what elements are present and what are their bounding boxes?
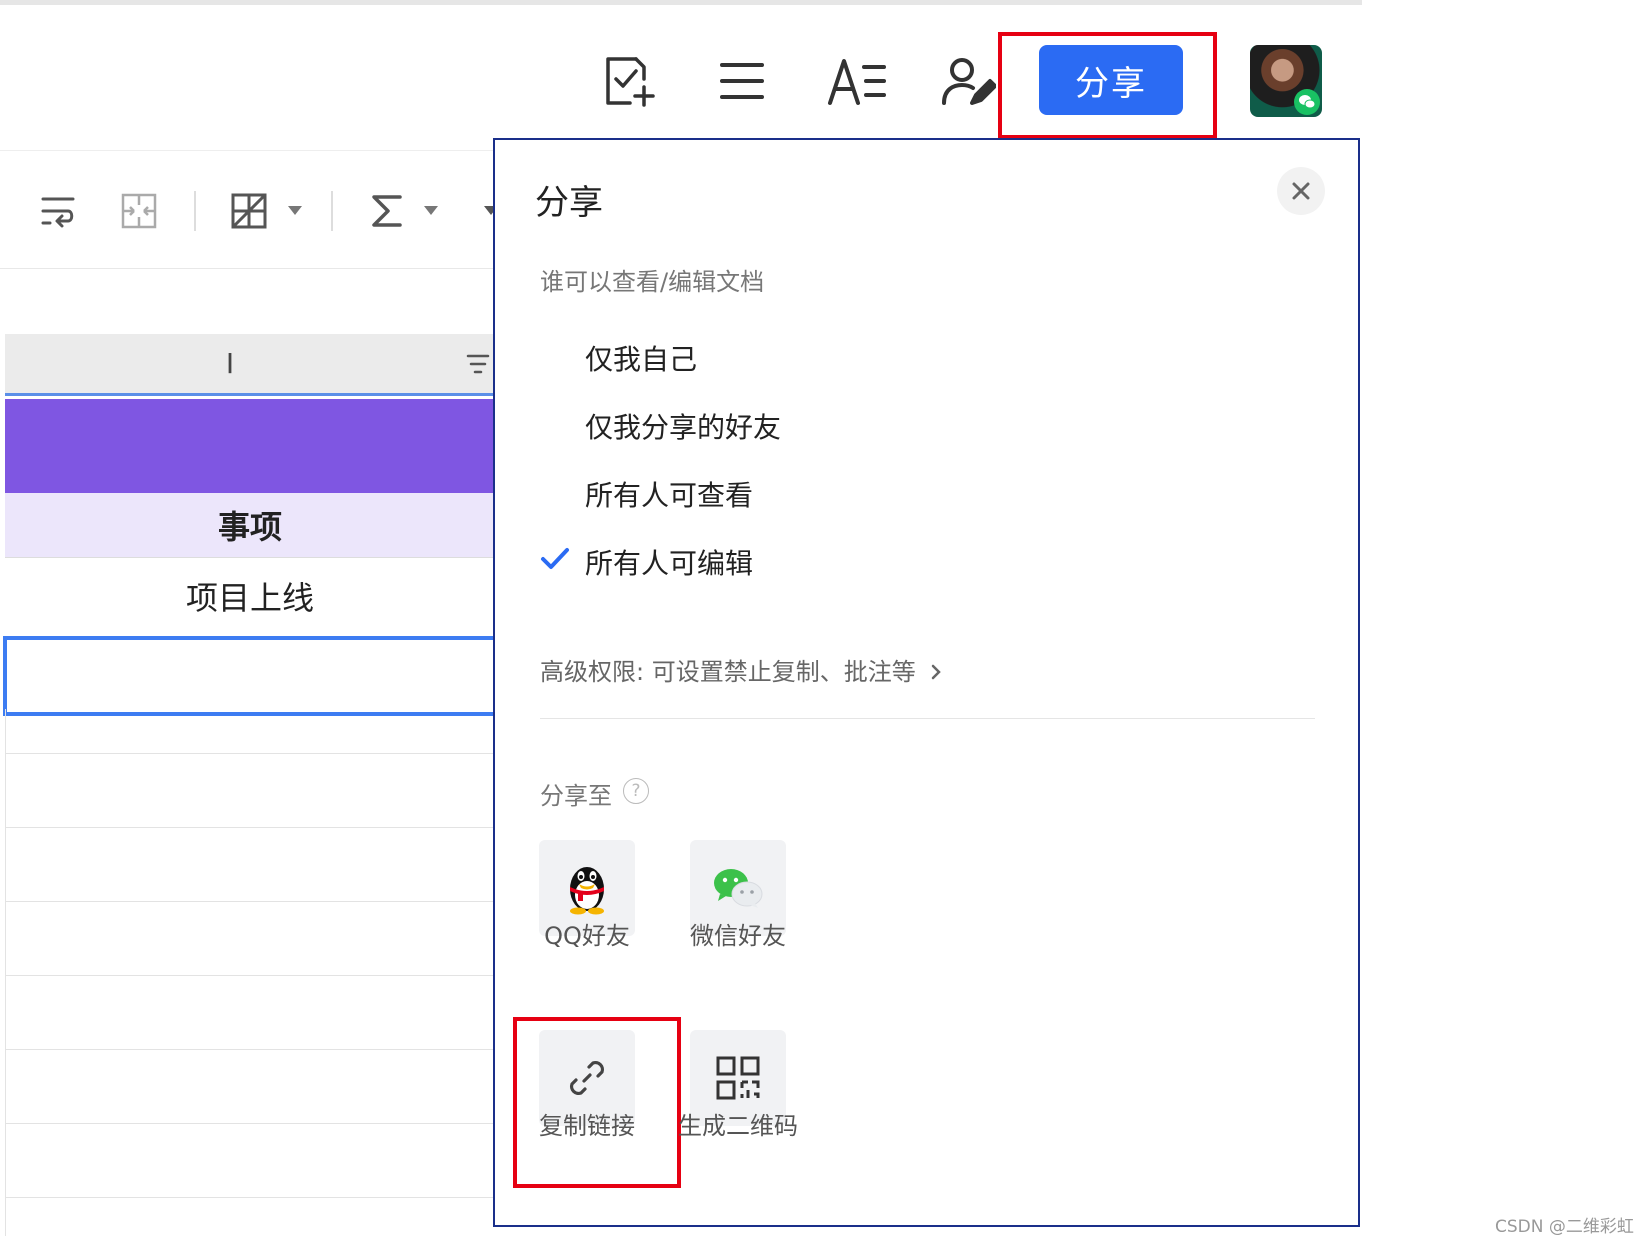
spreadsheet-grid: I 事项 项目上线 [0, 268, 500, 1236]
column-header[interactable]: I [5, 334, 495, 396]
sum-dropdown-icon[interactable] [424, 206, 438, 215]
permission-option-selected[interactable]: 所有人可编辑 [540, 532, 1280, 592]
share-qq-label: QQ好友 [544, 922, 630, 950]
column-filter-icon[interactable] [465, 350, 491, 380]
permission-option-label: 仅我自己 [585, 343, 698, 376]
close-icon [1292, 182, 1310, 200]
divider [540, 718, 1315, 719]
grid-line [5, 1123, 495, 1124]
borders-icon[interactable] [230, 189, 268, 233]
permission-option-label: 所有人可编辑 [585, 547, 754, 580]
grid-line [5, 1049, 495, 1050]
header-cell[interactable]: 事项 [5, 493, 495, 558]
chevron-right-icon [932, 664, 942, 680]
top-bar: 分享 [0, 5, 1362, 150]
purple-title-row[interactable] [5, 399, 495, 493]
share-panel-title: 分享 [535, 183, 603, 223]
help-icon[interactable]: ? [623, 778, 649, 804]
text-format-icon[interactable] [826, 53, 888, 109]
outline-menu-icon[interactable] [714, 53, 770, 109]
permission-option[interactable]: 仅我分享的好友 [540, 396, 1280, 456]
permission-option[interactable]: 仅我自己 [540, 328, 1280, 388]
copy-link-highlight-box [513, 1017, 681, 1188]
sheet-toolbar [0, 150, 498, 270]
borders-dropdown-icon[interactable] [288, 206, 302, 215]
selected-cell[interactable] [3, 636, 500, 716]
grid-line [5, 753, 495, 754]
qr-code-icon [716, 1056, 760, 1100]
wrap-text-icon[interactable] [40, 189, 76, 233]
permission-section-label: 谁可以查看/编辑文档 [540, 268, 765, 296]
toolbar-separator [194, 191, 196, 231]
grid-line [5, 975, 495, 976]
sum-icon[interactable] [370, 189, 404, 233]
advanced-permissions-text: 高级权限: 可设置禁止复制、批注等 [540, 658, 916, 686]
add-task-icon[interactable] [600, 53, 656, 109]
watermark: CSDN @二维彩虹 [1495, 1217, 1634, 1236]
share-button-highlight-box [998, 32, 1217, 139]
merge-cells-icon[interactable] [120, 189, 158, 233]
wechat-badge-icon [1294, 89, 1320, 115]
column-letter: I [225, 347, 235, 380]
qr-code-label: 生成二维码 [678, 1112, 798, 1140]
grid-line [5, 827, 495, 828]
data-cell[interactable]: 项目上线 [5, 558, 495, 634]
share-panel: 分享 谁可以查看/编辑文档 仅我自己 仅我分享的好友 所有人可查看 所有人可编辑… [493, 138, 1360, 1227]
permission-option-label: 所有人可查看 [585, 479, 754, 512]
user-avatar[interactable] [1250, 45, 1322, 117]
share-wechat-label: 微信好友 [690, 922, 786, 950]
permission-option-label: 仅我分享的好友 [585, 411, 782, 444]
grid-line [5, 1197, 495, 1198]
check-icon [540, 544, 570, 574]
wechat-icon [714, 869, 763, 908]
toolbar-separator [331, 191, 333, 231]
grid-line-vertical [5, 709, 6, 1236]
grid-line [5, 901, 495, 902]
advanced-permissions-link[interactable]: 高级权限: 可设置禁止复制、批注等 [540, 652, 943, 687]
share-to-label: 分享至 [540, 782, 612, 810]
close-button[interactable] [1277, 167, 1325, 215]
permission-option[interactable]: 所有人可查看 [540, 464, 1280, 524]
collaborator-edit-icon[interactable] [940, 53, 997, 109]
qq-penguin-icon [570, 867, 604, 915]
